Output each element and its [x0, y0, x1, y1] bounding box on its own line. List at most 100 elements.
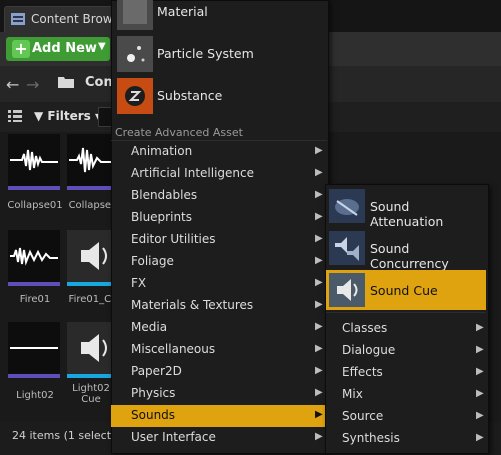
- submenu-item-label: Synthesis: [342, 431, 400, 445]
- sources-panel-icon[interactable]: [8, 110, 22, 122]
- plus-icon: +: [12, 40, 30, 58]
- submenu-divider: [326, 312, 486, 313]
- asset-thumbnail-light02[interactable]: [8, 322, 60, 378]
- chevron-down-icon: ▼: [98, 41, 106, 52]
- menu-item-artificial-intelligence[interactable]: Artificial Intelligence ▶: [111, 163, 327, 185]
- chevron-right-icon: ▶: [315, 387, 323, 398]
- menu-section-title: Create Advanced Asset: [115, 126, 243, 139]
- submenu-item-label: Source: [342, 409, 384, 423]
- add-new-button[interactable]: + Add New ▼: [6, 37, 110, 61]
- tab-title: Content Brows: [31, 12, 115, 26]
- asset-thumbnail-fire01[interactable]: [8, 230, 60, 286]
- menu-item-label: Particle System: [157, 46, 254, 61]
- menu-item-paper2d[interactable]: Paper2D ▶: [111, 361, 327, 383]
- tab-content-browser[interactable]: Content Brows: [4, 6, 118, 33]
- submenu-item-label: Classes: [342, 321, 388, 335]
- item-count-status: 24 items (1 selecte: [12, 429, 118, 442]
- submenu-item-dialogue[interactable]: Dialogue ▶: [326, 340, 486, 362]
- chevron-right-icon: ▶: [315, 277, 323, 288]
- sound-attenuation-icon: [329, 189, 365, 223]
- chevron-right-icon: ▶: [476, 388, 484, 399]
- menu-item-material[interactable]: Material: [111, 0, 327, 34]
- chevron-right-icon: ▶: [315, 233, 323, 244]
- menu-item-label: Foliage: [131, 254, 174, 268]
- asset-label: Fire01: [19, 294, 51, 305]
- chevron-right-icon: ▶: [476, 366, 484, 377]
- menu-item-label: Animation: [131, 144, 193, 158]
- menu-item-label: Substance: [157, 88, 223, 103]
- chevron-right-icon: ▶: [476, 410, 484, 421]
- particle-system-icon: [117, 36, 153, 72]
- menu-item-substance[interactable]: Substance: [111, 76, 327, 118]
- content-browser-icon: [11, 13, 25, 25]
- submenu-item-effects[interactable]: Effects ▶: [326, 362, 486, 384]
- menu-item-label: Blendables: [131, 188, 198, 202]
- submenu-item-label: Dialogue: [342, 343, 396, 357]
- menu-item-materials-textures[interactable]: Materials & Textures ▶: [111, 295, 327, 317]
- menu-item-editor-utilities[interactable]: Editor Utilities ▶: [111, 229, 327, 251]
- chevron-right-icon: ▶: [476, 322, 484, 333]
- back-arrow-icon[interactable]: ←: [6, 75, 19, 94]
- menu-item-label: Sounds: [131, 408, 176, 422]
- asset-thumbnail-collapse01[interactable]: [8, 134, 60, 190]
- sound-concurrency-icon: [329, 231, 365, 265]
- menu-item-foliage[interactable]: Foliage ▶: [111, 251, 327, 273]
- menu-item-particle-system[interactable]: Particle System: [111, 34, 327, 76]
- menu-item-label: Miscellaneous: [131, 342, 216, 356]
- asset-label: Collapse01: [7, 200, 63, 211]
- chevron-right-icon: ▶: [476, 432, 484, 443]
- submenu-item-sound-cue[interactable]: Sound Cue: [326, 270, 486, 310]
- folder-icon: [58, 77, 74, 88]
- chevron-right-icon: ▶: [476, 344, 484, 355]
- chevron-right-icon: ▶: [315, 365, 323, 376]
- submenu-item-classes[interactable]: Classes ▶: [326, 318, 486, 340]
- menu-item-label: Editor Utilities: [131, 232, 216, 246]
- menu-item-label: Blueprints: [131, 210, 193, 224]
- sound-cue-icon: [329, 273, 365, 307]
- filters-label: Filters: [47, 109, 91, 123]
- menu-item-fx[interactable]: FX ▶: [111, 273, 327, 295]
- breadcrumb[interactable]: Con: [85, 75, 113, 90]
- submenu-item-sound-concurrency[interactable]: Sound Concurrency: [326, 228, 486, 271]
- chevron-right-icon: ▶: [315, 343, 323, 354]
- menu-item-label: Material: [157, 4, 208, 19]
- menu-item-sounds[interactable]: Sounds ▶: [111, 405, 327, 427]
- waveform-icon: [10, 247, 58, 266]
- material-icon: [117, 0, 153, 30]
- chevron-right-icon: ▶: [315, 299, 323, 310]
- menu-item-animation[interactable]: Animation ▶: [111, 141, 327, 163]
- submenu-item-label: Sound Attenuation: [370, 199, 444, 229]
- menu-item-blueprints[interactable]: Blueprints ▶: [111, 207, 327, 229]
- substance-icon: [117, 78, 153, 114]
- menu-item-label: User Interface: [131, 430, 216, 444]
- menu-item-blendables[interactable]: Blendables ▶: [111, 185, 327, 207]
- chevron-right-icon: ▶: [315, 409, 323, 420]
- menu-item-physics[interactable]: Physics ▶: [111, 383, 327, 405]
- chevron-right-icon: ▶: [315, 431, 323, 442]
- filters-button[interactable]: ▼ Filters ▾: [34, 109, 101, 123]
- submenu-item-sound-attenuation[interactable]: Sound Attenuation: [326, 186, 486, 229]
- menu-item-label: Media: [131, 320, 168, 334]
- menu-item-label: Materials & Textures: [131, 298, 254, 312]
- submenu-item-synthesis[interactable]: Synthesis ▶: [326, 428, 486, 450]
- submenu-item-source[interactable]: Source ▶: [326, 406, 486, 428]
- submenu-item-label: Effects: [342, 365, 383, 379]
- menu-item-user-interface[interactable]: User Interface ▶: [111, 427, 327, 449]
- menu-item-media[interactable]: Media ▶: [111, 317, 327, 339]
- submenu-item-label: Mix: [342, 387, 363, 401]
- waveform-icon: [10, 347, 58, 349]
- chevron-right-icon: ▶: [315, 145, 323, 156]
- menu-item-label: Physics: [131, 386, 176, 400]
- forward-arrow-icon[interactable]: →: [26, 75, 39, 94]
- submenu-item-mix[interactable]: Mix ▶: [326, 384, 486, 406]
- submenu-item-label: Sound Cue: [370, 283, 438, 298]
- add-new-label: Add New: [32, 41, 97, 56]
- chevron-right-icon: ▶: [315, 189, 323, 200]
- chevron-right-icon: ▶: [315, 255, 323, 266]
- chevron-right-icon: ▶: [315, 167, 323, 178]
- menu-item-miscellaneous[interactable]: Miscellaneous ▶: [111, 339, 327, 361]
- chevron-right-icon: ▶: [315, 321, 323, 332]
- menu-item-label: Paper2D: [131, 364, 182, 378]
- submenu-item-label: Sound Concurrency: [370, 241, 449, 271]
- chevron-right-icon: ▶: [315, 211, 323, 222]
